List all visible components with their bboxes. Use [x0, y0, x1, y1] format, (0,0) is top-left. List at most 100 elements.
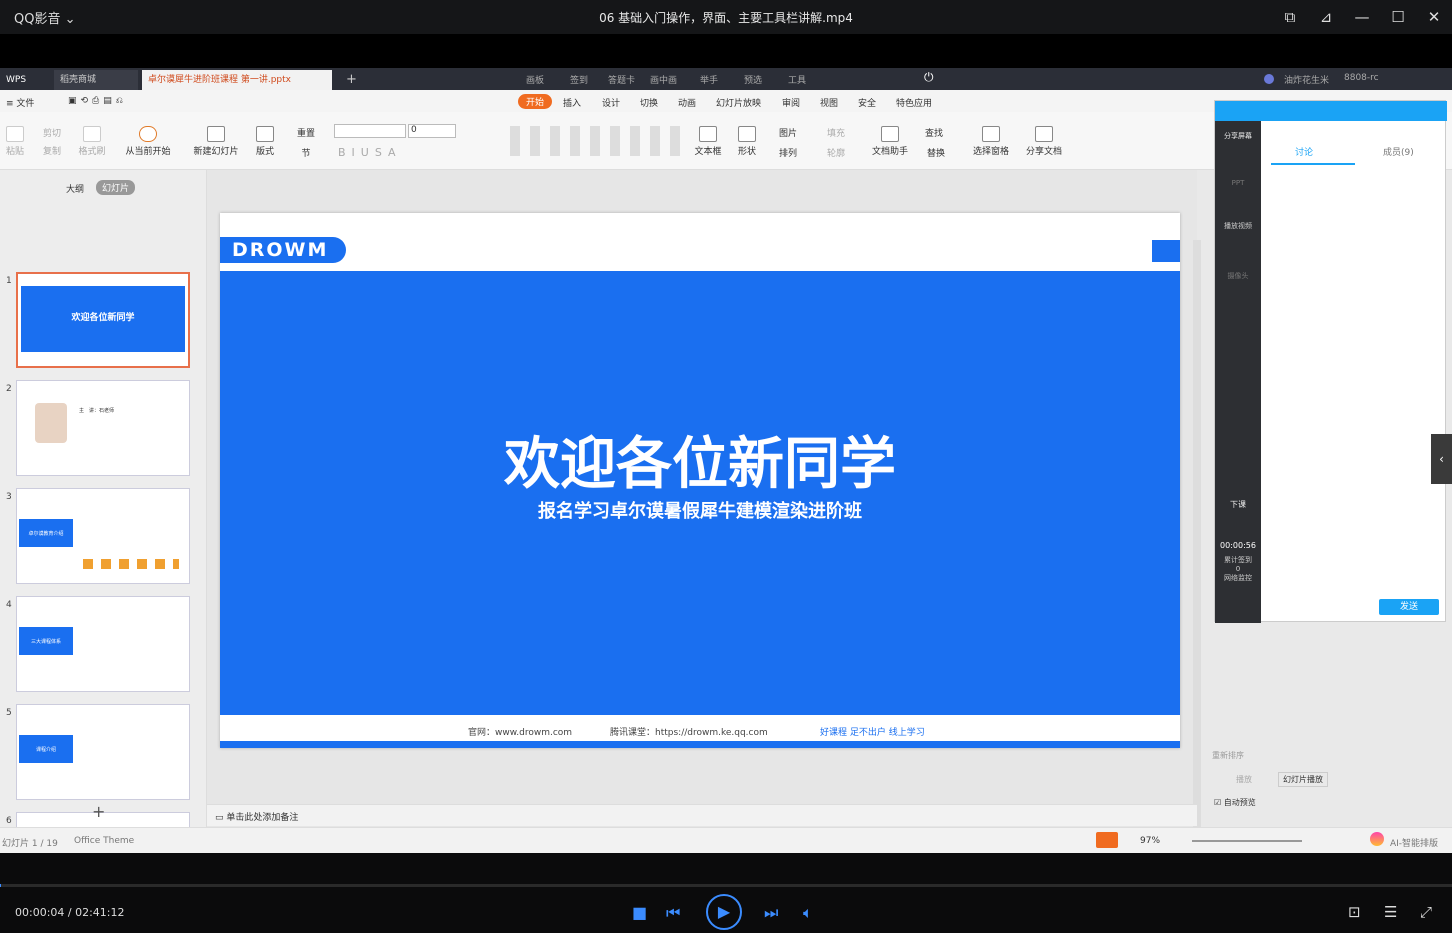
share-screen-button[interactable]: 分享屏幕	[1217, 131, 1259, 141]
close-icon[interactable]: ✕	[1416, 0, 1452, 34]
tab-insert[interactable]: 插入	[563, 96, 581, 109]
notes-pane[interactable]: ▭ 单击此处添加备注	[207, 804, 1197, 826]
ppt-button[interactable]: PPT	[1217, 179, 1259, 187]
send-button[interactable]: 发送	[1379, 599, 1439, 615]
outline-button[interactable]: 轮廓	[816, 146, 856, 159]
slide-thumbnail[interactable]: 主 讲：石老师	[16, 380, 190, 476]
tab-animation[interactable]: 动画	[678, 96, 696, 109]
slide-title: 欢迎各位新同学	[504, 432, 896, 497]
slide-play-button[interactable]: 幻灯片播放	[1278, 772, 1328, 787]
tab-indicator	[1271, 163, 1355, 165]
add-slide-button[interactable]: +	[92, 802, 105, 821]
fullscreen-icon[interactable]: ⤢	[1420, 903, 1432, 921]
docer-tab[interactable]: 稻壳商城	[54, 70, 138, 90]
tab-start[interactable]: 开始	[518, 94, 553, 109]
tab-slideshow[interactable]: 幻灯片放映	[716, 96, 761, 109]
next-icon[interactable]: ⏭	[764, 903, 778, 923]
share-doc-button[interactable]: 分享文档	[1022, 126, 1066, 157]
section-button[interactable]: 节	[288, 146, 324, 159]
auto-preview-checkbox[interactable]: ☑ 自动预览	[1214, 797, 1256, 808]
menu-tools[interactable]: 工具	[788, 73, 806, 86]
reset-button[interactable]: 重置	[288, 126, 324, 139]
slide-thumbnail[interactable]: 课程介绍	[16, 704, 190, 800]
settings-icon[interactable]: ☰	[1384, 903, 1397, 921]
play-button[interactable]: ▶	[706, 894, 742, 930]
tab-discussion[interactable]: 讨论	[1295, 145, 1313, 158]
new-slide-button[interactable]: 新建幻灯片	[190, 126, 242, 157]
add-tab-button[interactable]: +	[340, 70, 360, 90]
tab-transition[interactable]: 切换	[640, 96, 658, 109]
copy-button[interactable]: 复制	[34, 144, 70, 157]
vertical-scrollbar[interactable]	[1193, 240, 1201, 853]
menu-answer[interactable]: 答题卡	[608, 73, 635, 86]
quick-access-icons[interactable]: ▣⟲⎙▤⎌	[68, 96, 127, 106]
tab-features[interactable]: 特色应用	[896, 96, 932, 109]
menu-signin[interactable]: 签到	[570, 73, 588, 86]
play-button[interactable]: 播放	[1236, 774, 1252, 785]
minimize-icon[interactable]: —	[1344, 0, 1380, 34]
slide-thumbnail[interactable]: 三大课程体系	[16, 596, 190, 692]
power-icon[interactable]: ⏻	[924, 70, 934, 85]
end-class-button[interactable]: 下课	[1217, 499, 1259, 510]
menu-pip[interactable]: 画中画	[650, 73, 677, 86]
menu-raise-hand[interactable]: 举手	[700, 73, 718, 86]
tab-review[interactable]: 审阅	[782, 96, 800, 109]
play-from-current-button[interactable]: 从当前开始	[120, 126, 176, 157]
camera-button[interactable]: 摄像头	[1217, 271, 1259, 281]
selection-pane-button[interactable]: 选择窗格	[970, 126, 1012, 157]
slide-number: 3	[6, 492, 12, 502]
pptx-tab[interactable]: 卓尔谟犀牛进阶班课程 第一讲.pptx	[142, 70, 332, 90]
tab-design[interactable]: 设计	[602, 96, 620, 109]
tab-view[interactable]: 视图	[820, 96, 838, 109]
format-painter-button[interactable]: 格式刷	[76, 126, 108, 157]
fill-button[interactable]: 填充	[816, 126, 856, 139]
play-video-button[interactable]: 播放视频	[1217, 221, 1259, 231]
shape-button[interactable]: 形状	[734, 126, 760, 157]
collapse-panel-handle[interactable]: ‹	[1431, 434, 1452, 484]
stop-icon[interactable]: ■	[632, 903, 647, 922]
previous-icon[interactable]: ⏮	[666, 903, 680, 923]
tab-members[interactable]: 成员(9)	[1383, 145, 1414, 158]
picture-button[interactable]: 图片	[768, 126, 808, 139]
seek-bar[interactable]	[0, 884, 1452, 887]
font-size-input[interactable]: 0	[408, 124, 456, 138]
tab-outline[interactable]: 大纲	[66, 182, 84, 195]
slide-thumbnail[interactable]: 卓尔谟教育介绍	[16, 488, 190, 584]
footer-slogan: 好课程 足不出户 线上学习	[820, 728, 925, 738]
wps-tab-bar: WPS 稻壳商城 卓尔谟犀牛进阶班课程 第一讲.pptx + 画板 签到 答题卡…	[0, 68, 1452, 90]
menu-preselect[interactable]: 预选	[744, 73, 762, 86]
wps-home-tab[interactable]: WPS	[0, 70, 52, 90]
ai-layout-button[interactable]: AI-智能排版	[1390, 836, 1438, 849]
replace-button[interactable]: 替换	[916, 146, 956, 159]
textbox-button[interactable]: 文本框	[690, 126, 726, 157]
cut-button[interactable]: 剪切	[34, 126, 70, 139]
screenshot-tool-icon[interactable]: ⊡	[1348, 903, 1361, 921]
slideshow-button[interactable]	[1096, 832, 1118, 848]
menu-draw[interactable]: 画板	[526, 73, 544, 86]
font-name-input[interactable]	[334, 124, 406, 138]
find-button[interactable]: 查找	[916, 126, 952, 139]
tab-security[interactable]: 安全	[858, 96, 876, 109]
pin-icon[interactable]: ⊿	[1308, 0, 1344, 34]
status-bar: 幻灯片 1 / 19 Office Theme 97% AI-智能排版	[0, 827, 1452, 853]
font-style-icons[interactable]: BIUSA	[338, 146, 402, 159]
paragraph-icons[interactable]	[510, 126, 680, 156]
layout-button[interactable]: 版式	[250, 126, 280, 157]
current-slide[interactable]: DROWM 欢迎各位新同学 报名学习卓尔谟暑假犀牛建模渲染进阶班 官网：www.…	[220, 213, 1180, 748]
slide-blue-band: 欢迎各位新同学 报名学习卓尔谟暑假犀牛建模渲染进阶班	[220, 271, 1180, 715]
zoom-level[interactable]: 97%	[1140, 836, 1160, 846]
video-frame[interactable]: WPS 稻壳商城 卓尔谟犀牛进阶班课程 第一讲.pptx + 画板 签到 答题卡…	[0, 68, 1452, 853]
maximize-icon[interactable]: ☐	[1380, 0, 1416, 34]
volume-icon[interactable]: 🔈︎	[803, 903, 813, 923]
arrange-button[interactable]: 排列	[768, 146, 808, 159]
zoom-slider[interactable]	[1192, 840, 1302, 842]
slide-bottom-bar	[220, 741, 1180, 748]
doc-assistant-button[interactable]: 文档助手	[870, 126, 910, 157]
paste-button[interactable]: 粘贴	[4, 126, 26, 157]
slide-number: 1	[6, 276, 12, 286]
tab-slides[interactable]: 幻灯片	[96, 180, 136, 195]
screenshot-icon[interactable]: ⧉	[1272, 0, 1308, 34]
file-menu[interactable]: ≡ 文件	[6, 96, 34, 109]
slide-thumbnail[interactable]: 欢迎各位新同学	[16, 272, 190, 368]
room-id: 8808-rc	[1344, 73, 1379, 83]
